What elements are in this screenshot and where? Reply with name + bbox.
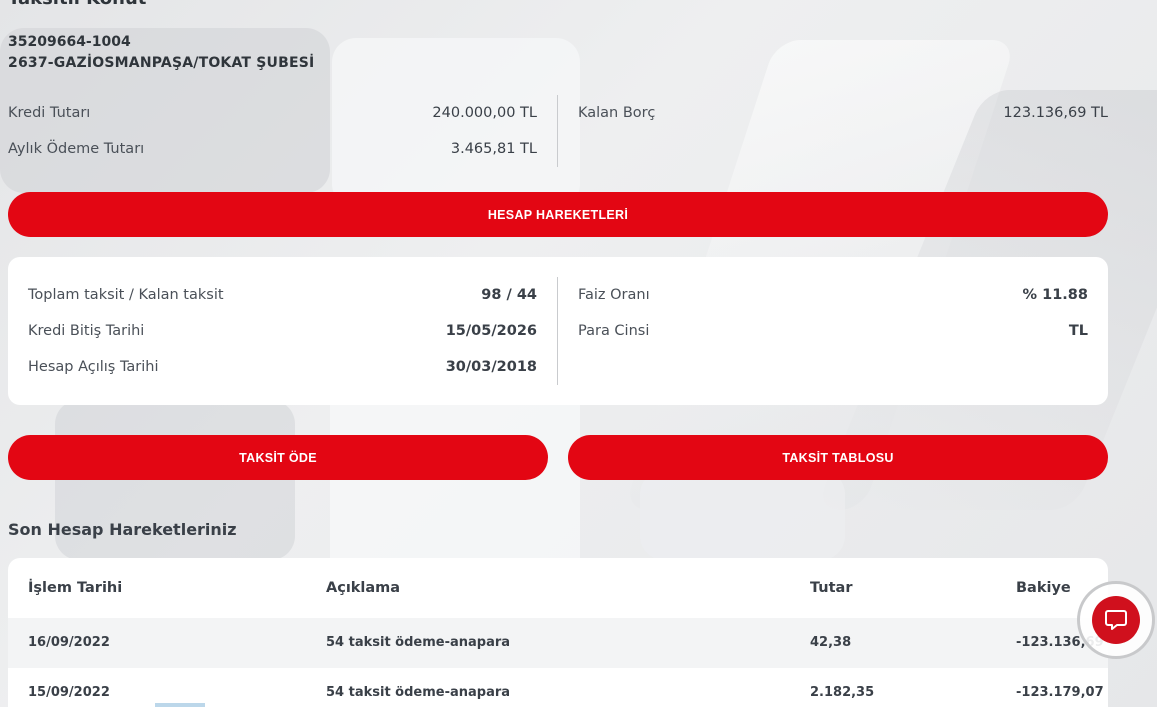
table-row[interactable]: 16/09/2022 54 taksit ödeme-anapara 42,38… bbox=[8, 618, 1108, 668]
row-amount: 2.182,35 bbox=[810, 685, 875, 700]
credit-amount-label: Kredi Tutarı bbox=[8, 105, 91, 121]
transactions-title: Son Hesap Hareketleriniz bbox=[8, 520, 237, 539]
row-description: 54 taksit ödeme-anapara bbox=[326, 635, 511, 650]
monthly-payment-value: 3.465,81 TL bbox=[450, 141, 537, 157]
transactions-table: İşlem Tarihi Açıklama Tutar Bakiye 16/09… bbox=[8, 558, 1108, 707]
row-date: 16/09/2022 bbox=[28, 635, 110, 650]
account-number: 35209664-1004 bbox=[8, 34, 131, 50]
page-title: Taksitli Konut bbox=[8, 0, 146, 9]
summary-divider bbox=[557, 95, 558, 167]
table-row[interactable]: 15/09/2022 54 taksit ödeme-anapara 2.182… bbox=[8, 668, 1108, 707]
monthly-payment-label: Aylık Ödeme Tutarı bbox=[8, 141, 145, 157]
end-date-label: Kredi Bitiş Tarihi bbox=[28, 323, 145, 339]
installments-label: Toplam taksit / Kalan taksit bbox=[28, 287, 224, 303]
account-movements-button[interactable]: HESAP HAREKETLERİ bbox=[8, 192, 1108, 237]
details-divider bbox=[557, 277, 558, 385]
installment-table-button[interactable]: TAKSİT TABLOSU bbox=[568, 435, 1108, 480]
currency-label: Para Cinsi bbox=[578, 323, 650, 339]
loan-details-card: Toplam taksit / Kalan taksit 98 / 44 Kre… bbox=[8, 257, 1108, 405]
branch-name: 2637-GAZİOSMANPAŞA/TOKAT ŞUBESİ bbox=[8, 55, 315, 71]
currency-value: TL bbox=[1068, 323, 1088, 339]
remaining-debt-value: 123.136,69 TL bbox=[1003, 105, 1108, 121]
remaining-debt-label: Kalan Borç bbox=[578, 105, 656, 121]
open-date-value: 30/03/2018 bbox=[445, 359, 537, 375]
row-date: 15/09/2022 bbox=[28, 685, 110, 700]
open-date-label: Hesap Açılış Tarihi bbox=[28, 359, 159, 375]
pay-installment-button[interactable]: TAKSİT ÖDE bbox=[8, 435, 548, 480]
column-header-amount: Tutar bbox=[810, 580, 853, 596]
end-date-value: 15/05/2026 bbox=[445, 323, 537, 339]
interest-rate-value: % 11.88 bbox=[1022, 287, 1088, 303]
chat-button[interactable] bbox=[1077, 581, 1155, 659]
column-header-balance: Bakiye bbox=[1016, 580, 1071, 596]
interest-rate-label: Faiz Oranı bbox=[578, 287, 650, 303]
chat-bubble-icon bbox=[1092, 596, 1140, 644]
column-header-date: İşlem Tarihi bbox=[28, 580, 123, 596]
row-balance: -123.179,07 bbox=[1016, 685, 1104, 700]
installments-value: 98 / 44 bbox=[481, 287, 537, 303]
horizontal-scrollbar[interactable] bbox=[155, 703, 205, 707]
credit-amount-value: 240.000,00 TL bbox=[432, 105, 537, 121]
row-description: 54 taksit ödeme-anapara bbox=[326, 685, 511, 700]
column-header-description: Açıklama bbox=[326, 580, 401, 596]
row-amount: 42,38 bbox=[810, 635, 852, 650]
